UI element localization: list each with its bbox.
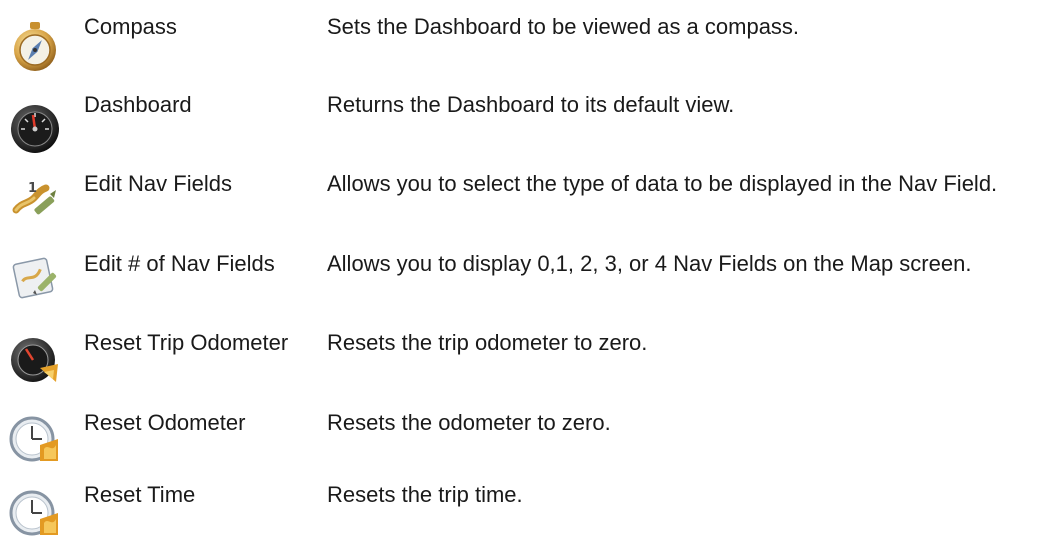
table-row: Dashboard Returns the Dashboard to its d… <box>0 78 1060 156</box>
table-row: 1 Edit Nav Fields Allows you to select t… <box>0 156 1060 239</box>
row-description: Allows you to display 0,1, 2, 3, or 4 Na… <box>327 251 972 276</box>
row-name: Reset Time <box>84 482 196 507</box>
row-description: Resets the odometer to zero. <box>327 410 611 435</box>
row-name: Edit # of Nav Fields <box>84 251 275 276</box>
table-row: Reset Time Resets the trip time. <box>0 468 1060 544</box>
table-row: Reset Odometer Resets the odometer to ze… <box>0 395 1060 468</box>
row-name: Reset Trip Odometer <box>84 330 289 355</box>
reset-time-icon <box>6 483 64 541</box>
row-description: Resets the trip time. <box>327 482 523 507</box>
svg-text:1: 1 <box>28 181 37 196</box>
row-name: Edit Nav Fields <box>84 171 232 196</box>
dashboard-gauge-icon <box>6 98 64 156</box>
row-name: Dashboard <box>84 92 192 117</box>
table-row: Edit # of Nav Fields Allows you to displ… <box>0 239 1060 318</box>
row-description: Resets the trip odometer to zero. <box>327 330 648 355</box>
edit-nav-fields-icon: 1 <box>6 170 64 228</box>
edit-number-of-nav-fields-icon <box>6 249 64 307</box>
table-row: Reset Trip Odometer Resets the trip odom… <box>0 318 1060 395</box>
reset-trip-odometer-icon <box>6 330 64 388</box>
compass-icon <box>6 16 64 74</box>
table-row: Compass Sets the Dashboard to be viewed … <box>0 0 1060 78</box>
feature-description-table: Compass Sets the Dashboard to be viewed … <box>0 0 1060 544</box>
row-name: Compass <box>84 14 177 39</box>
row-description: Allows you to select the type of data to… <box>327 171 998 196</box>
row-description: Sets the Dashboard to be viewed as a com… <box>327 14 800 39</box>
reset-odometer-icon <box>6 409 64 467</box>
row-name: Reset Odometer <box>84 410 246 435</box>
row-description: Returns the Dashboard to its default vie… <box>327 92 735 117</box>
